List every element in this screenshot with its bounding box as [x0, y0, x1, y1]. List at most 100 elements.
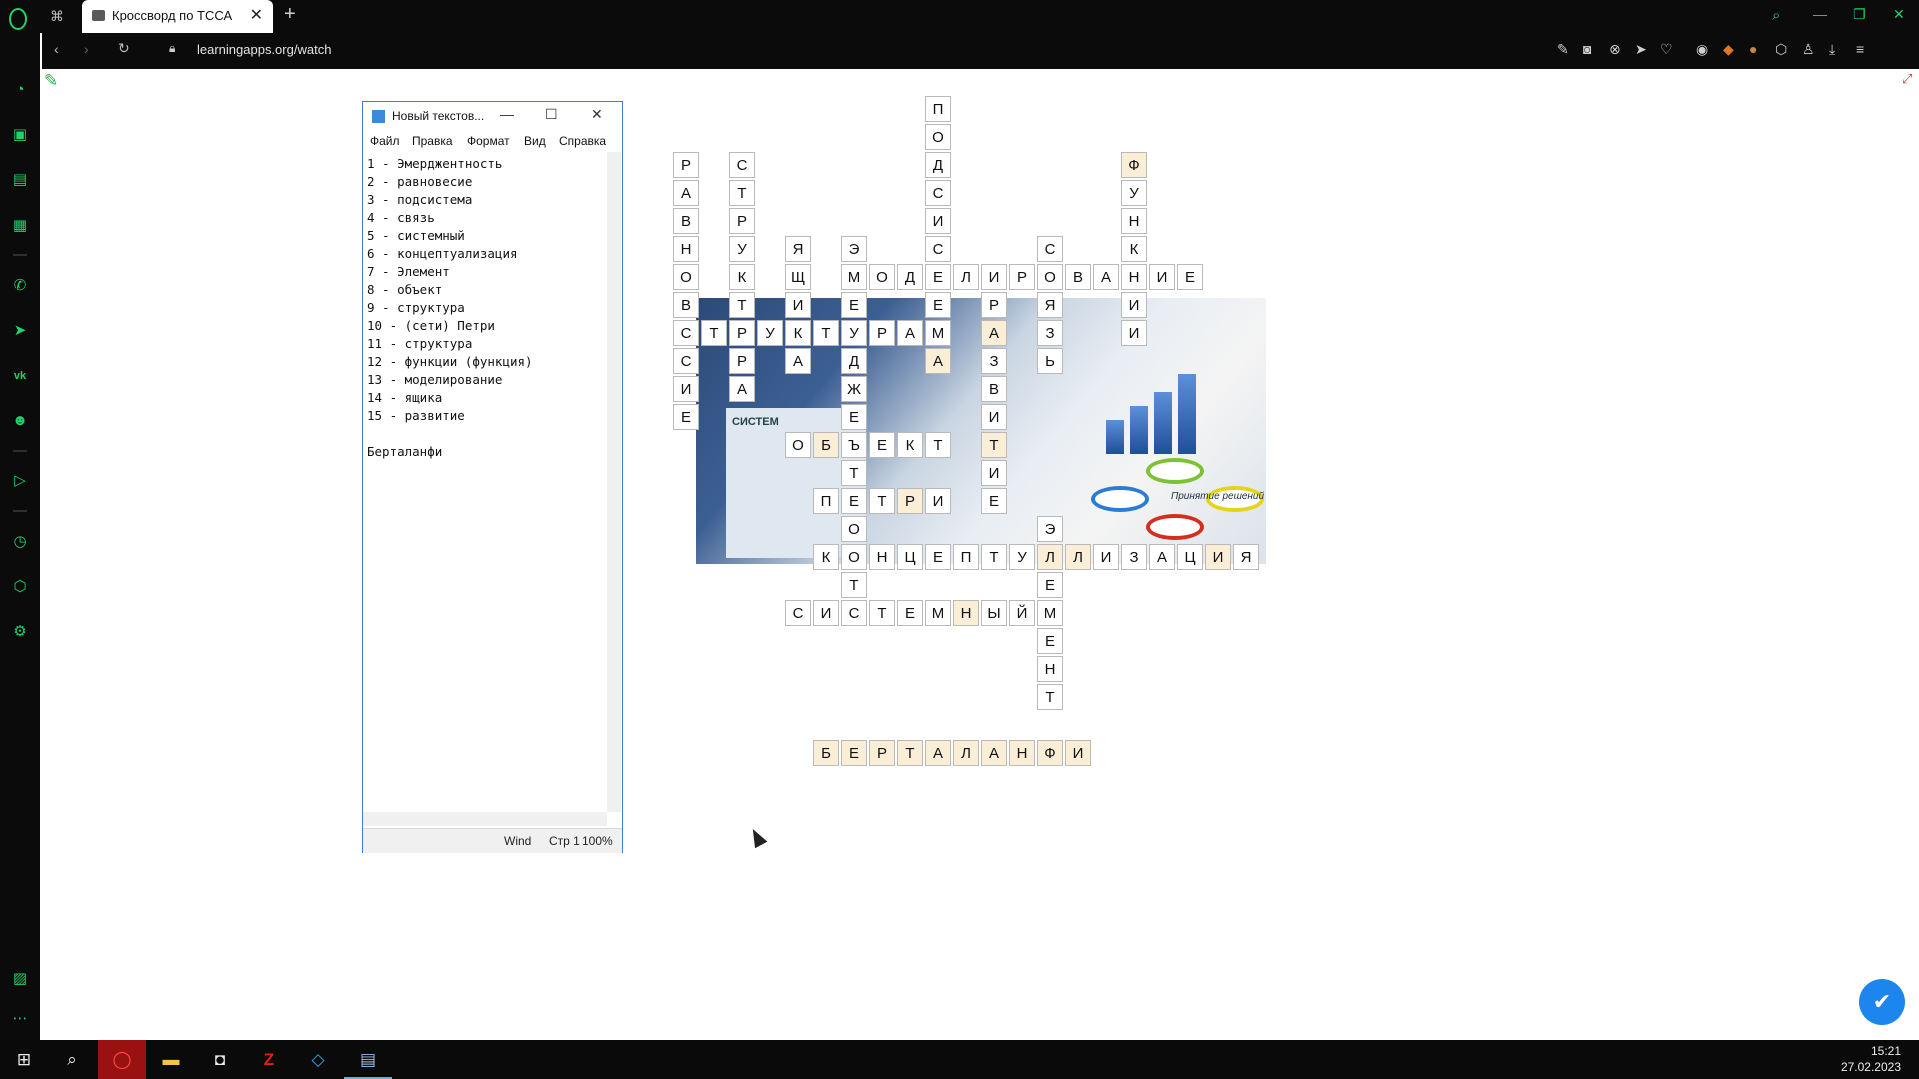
crossword-cell[interactable]: О [869, 264, 895, 290]
reload-icon[interactable]: ↻ [118, 40, 130, 57]
crossword-cell[interactable]: А [981, 320, 1007, 346]
crossword-cell[interactable]: А [925, 348, 951, 374]
crossword-cell[interactable]: Ы [981, 600, 1007, 626]
crossword-cell[interactable]: С [1037, 236, 1063, 262]
crossword-cell[interactable]: И [1093, 544, 1119, 570]
crossword-cell[interactable]: К [729, 264, 755, 290]
crossword-cell[interactable]: У [1121, 180, 1147, 206]
flow-icon[interactable]: ➤ [1635, 41, 1647, 58]
crossword-cell[interactable]: Н [1009, 740, 1035, 766]
crossword-cell[interactable]: Р [673, 152, 699, 178]
crossword-cell[interactable]: И [1121, 292, 1147, 318]
crossword-cell[interactable]: К [897, 432, 923, 458]
crossword-cell[interactable]: Л [1037, 544, 1063, 570]
crossword-cell[interactable]: Р [729, 208, 755, 234]
extensions-icon[interactable]: ⬡ [9, 576, 31, 598]
back-icon[interactable]: ‹ [54, 41, 59, 57]
crossword-cell[interactable]: И [1149, 264, 1175, 290]
settings-icon[interactable]: ⚙ [9, 621, 31, 643]
adblock-icon[interactable]: ⊗ [1609, 41, 1621, 58]
crossword-cell[interactable]: К [785, 320, 811, 346]
shop-icon[interactable]: ▣ [9, 124, 31, 146]
crossword-cell[interactable]: И [785, 292, 811, 318]
metamask-icon[interactable]: ◆ [1723, 41, 1734, 58]
crossword-cell[interactable]: Т [841, 460, 867, 486]
opera-gx-icon[interactable]: ◯ [98, 1040, 146, 1079]
crossword-cell[interactable]: В [981, 376, 1007, 402]
crossword-cell[interactable]: Э [1037, 516, 1063, 542]
crossword-cell[interactable]: В [673, 208, 699, 234]
crossword-cell[interactable]: И [813, 600, 839, 626]
notepad-text-area[interactable]: 1 - Эмерджентность 2 - равновесие 3 - по… [367, 155, 603, 461]
crossword-cell[interactable]: П [813, 488, 839, 514]
crossword-cell[interactable]: А [1093, 264, 1119, 290]
crossword-cell[interactable]: Е [841, 488, 867, 514]
crossword-cell[interactable]: Б [813, 740, 839, 766]
url-field[interactable]: learningapps.org/watch [197, 42, 331, 57]
vscode-icon[interactable]: ◇ [294, 1040, 342, 1079]
crossword-cell[interactable]: Ц [1177, 544, 1203, 570]
crossword-cell[interactable]: Е [869, 432, 895, 458]
twitch-icon[interactable]: ▤ [9, 169, 31, 191]
crossword-cell[interactable]: С [925, 236, 951, 262]
crossword-cell[interactable]: Л [953, 264, 979, 290]
crossword-cell[interactable]: Е [925, 292, 951, 318]
crossword-cell[interactable]: Т [813, 320, 839, 346]
crossword-cell[interactable]: Ф [1121, 152, 1147, 178]
crossword-cell[interactable]: Т [1037, 684, 1063, 710]
crossword-cell[interactable]: З [1037, 320, 1063, 346]
discord-icon[interactable]: ☻ [9, 410, 31, 432]
crossword-cell[interactable]: Щ [785, 264, 811, 290]
crossword-cell[interactable]: Е [925, 264, 951, 290]
file-explorer-icon[interactable]: ▬ [147, 1040, 195, 1079]
whatsapp-icon[interactable]: ✆ [9, 275, 31, 297]
crossword-cell[interactable]: Р [1009, 264, 1035, 290]
crossword-cell[interactable]: Т [841, 572, 867, 598]
menu-file[interactable]: Файл [370, 134, 400, 148]
crossword-cell[interactable]: И [1205, 544, 1231, 570]
crossword-cell[interactable]: С [925, 180, 951, 206]
crossword-cell[interactable]: Н [1037, 656, 1063, 682]
notepad-titlebar[interactable]: Новый текстов... — ☐ ✕ [363, 102, 622, 131]
crossword-cell[interactable]: Ц [897, 544, 923, 570]
crossword-cell[interactable]: Н [1121, 264, 1147, 290]
minimize-icon[interactable]: — [1813, 6, 1827, 22]
crossword-cell[interactable]: А [981, 740, 1007, 766]
cpu-limiter-icon[interactable]: ▦ [9, 215, 31, 237]
horizontal-scrollbar[interactable] [363, 812, 607, 826]
crossword-cell[interactable]: Я [1233, 544, 1259, 570]
player-icon[interactable]: ▷ [9, 470, 31, 492]
crossword-cell[interactable]: И [925, 488, 951, 514]
crossword-cell[interactable]: Б [813, 432, 839, 458]
crossword-cell[interactable]: Ф [1037, 740, 1063, 766]
minimize-icon[interactable]: — [500, 106, 514, 122]
crossword-cell[interactable]: Л [1065, 544, 1091, 570]
crossword-cell[interactable]: С [673, 320, 699, 346]
crossword-cell[interactable]: А [1149, 544, 1175, 570]
crossword-cell[interactable]: Н [1121, 208, 1147, 234]
crossword-cell[interactable]: Е [841, 740, 867, 766]
crossword-cell[interactable]: Т [925, 432, 951, 458]
crossword-cell[interactable]: О [841, 544, 867, 570]
fullscreen-icon[interactable]: ⤢ [1902, 71, 1912, 87]
close-icon[interactable]: ✕ [591, 106, 603, 123]
crossword-cell[interactable]: И [673, 376, 699, 402]
crossword-cell[interactable]: Т [981, 432, 1007, 458]
check-answers-button[interactable]: ✔ [1859, 979, 1905, 1025]
crossword-cell[interactable]: Э [841, 236, 867, 262]
crossword-cell[interactable]: Е [1037, 572, 1063, 598]
crossword-cell[interactable]: В [673, 292, 699, 318]
crossword-cell[interactable]: Т [869, 488, 895, 514]
crossword-cell[interactable]: А [673, 180, 699, 206]
start-icon[interactable]: ⊞ [0, 1040, 48, 1079]
crossword-cell[interactable]: Е [1177, 264, 1203, 290]
crossword-cell[interactable]: О [925, 124, 951, 150]
crossword-cell[interactable]: К [1121, 236, 1147, 262]
crossword-cell[interactable]: М [841, 264, 867, 290]
crossword-cell[interactable]: О [1037, 264, 1063, 290]
crossword-cell[interactable]: М [925, 600, 951, 626]
crossword-cell[interactable]: Н [673, 236, 699, 262]
crossword-cell[interactable]: Д [841, 348, 867, 374]
crossword-cell[interactable]: Р [729, 320, 755, 346]
crossword-cell[interactable]: М [925, 320, 951, 346]
